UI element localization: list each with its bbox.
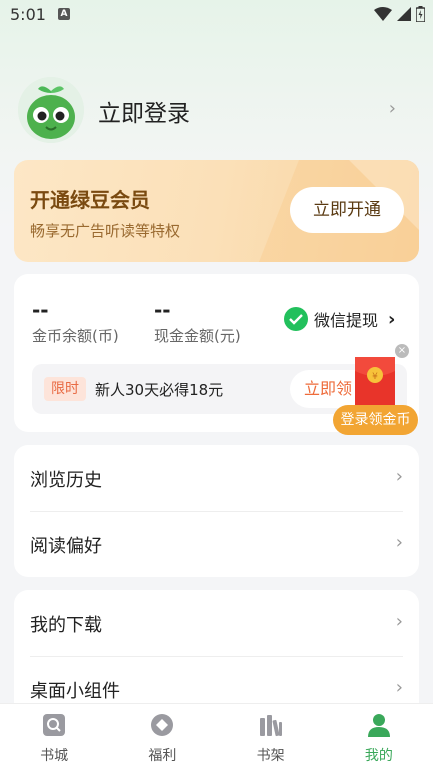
svg-text:¥: ¥ xyxy=(372,372,378,382)
limited-badge: 限时 xyxy=(44,377,86,401)
login-row[interactable]: 立即登录 › xyxy=(18,77,418,143)
promo-text: 新人30天必得18元 xyxy=(95,381,224,399)
menu-item-label: 浏览历史 xyxy=(30,470,102,491)
coin-balance-label: 金币余额(币) xyxy=(32,327,119,345)
chevron-right-icon: › xyxy=(395,677,403,698)
vip-card[interactable]: 开通绿豆会员 畅享无广告听读等特权 立即开通 xyxy=(14,160,419,262)
cash-balance-value: -- xyxy=(154,298,171,322)
bookshelf-icon xyxy=(259,715,282,737)
tab-label: 书城 xyxy=(40,748,69,764)
welfare-icon xyxy=(151,714,174,736)
cash-balance-label: 现金金额(元) xyxy=(154,327,241,345)
tab-label: 福利 xyxy=(148,748,177,764)
menu-group-history: 浏览历史 › 阅读偏好 › xyxy=(14,445,419,577)
notification-icon: A xyxy=(58,8,70,20)
wifi-icon xyxy=(374,7,392,21)
signal-icon xyxy=(397,7,411,21)
status-indicators xyxy=(374,6,425,22)
close-icon[interactable]: × xyxy=(395,344,409,358)
battery-icon xyxy=(416,6,425,22)
tab-label: 我的 xyxy=(364,748,393,764)
chevron-right-icon: › xyxy=(395,466,403,487)
bean-mascot-icon xyxy=(18,77,84,143)
bookstore-icon xyxy=(43,714,66,736)
vip-subtitle: 畅享无广告听读等特权 xyxy=(30,222,181,240)
avatar[interactable] xyxy=(18,77,84,143)
profile-icon xyxy=(367,714,390,737)
menu-item-label: 阅读偏好 xyxy=(30,536,102,557)
tab-label: 书架 xyxy=(256,748,285,764)
tab-welfare[interactable]: 福利 xyxy=(108,704,216,771)
wechat-withdraw-button[interactable]: 微信提现 › xyxy=(284,307,395,331)
red-packet-icon[interactable]: ¥ xyxy=(355,357,395,409)
tab-bookshelf[interactable]: 书架 xyxy=(217,704,325,771)
login-coins-button[interactable]: 登录领金币 xyxy=(333,405,418,435)
tab-bookstore[interactable]: 书城 xyxy=(0,704,108,771)
menu-item-history[interactable]: 浏览历史 › xyxy=(14,445,419,511)
wechat-icon xyxy=(284,307,308,331)
menu-item-reading-preference[interactable]: 阅读偏好 › xyxy=(14,511,419,577)
chevron-right-icon: › xyxy=(388,98,396,119)
bottom-tab-bar: 书城 福利 书架 我的 xyxy=(0,703,433,771)
chevron-right-icon: › xyxy=(395,611,403,632)
coin-balance-value: -- xyxy=(32,298,49,322)
chevron-right-icon: › xyxy=(388,308,396,330)
chevron-right-icon: › xyxy=(395,532,403,553)
vip-title: 开通绿豆会员 xyxy=(30,188,150,212)
status-time: 5:01 xyxy=(10,5,46,24)
login-label[interactable]: 立即登录 xyxy=(98,94,190,128)
menu-item-label: 我的下载 xyxy=(30,615,102,636)
vip-open-button[interactable]: 立即开通 xyxy=(290,187,404,233)
wechat-withdraw-label: 微信提现 xyxy=(314,311,379,330)
tab-mine[interactable]: 我的 xyxy=(325,704,433,771)
menu-item-label: 桌面小组件 xyxy=(30,681,120,702)
menu-item-downloads[interactable]: 我的下载 › xyxy=(14,590,419,656)
status-bar: 5:01 A xyxy=(0,0,433,30)
